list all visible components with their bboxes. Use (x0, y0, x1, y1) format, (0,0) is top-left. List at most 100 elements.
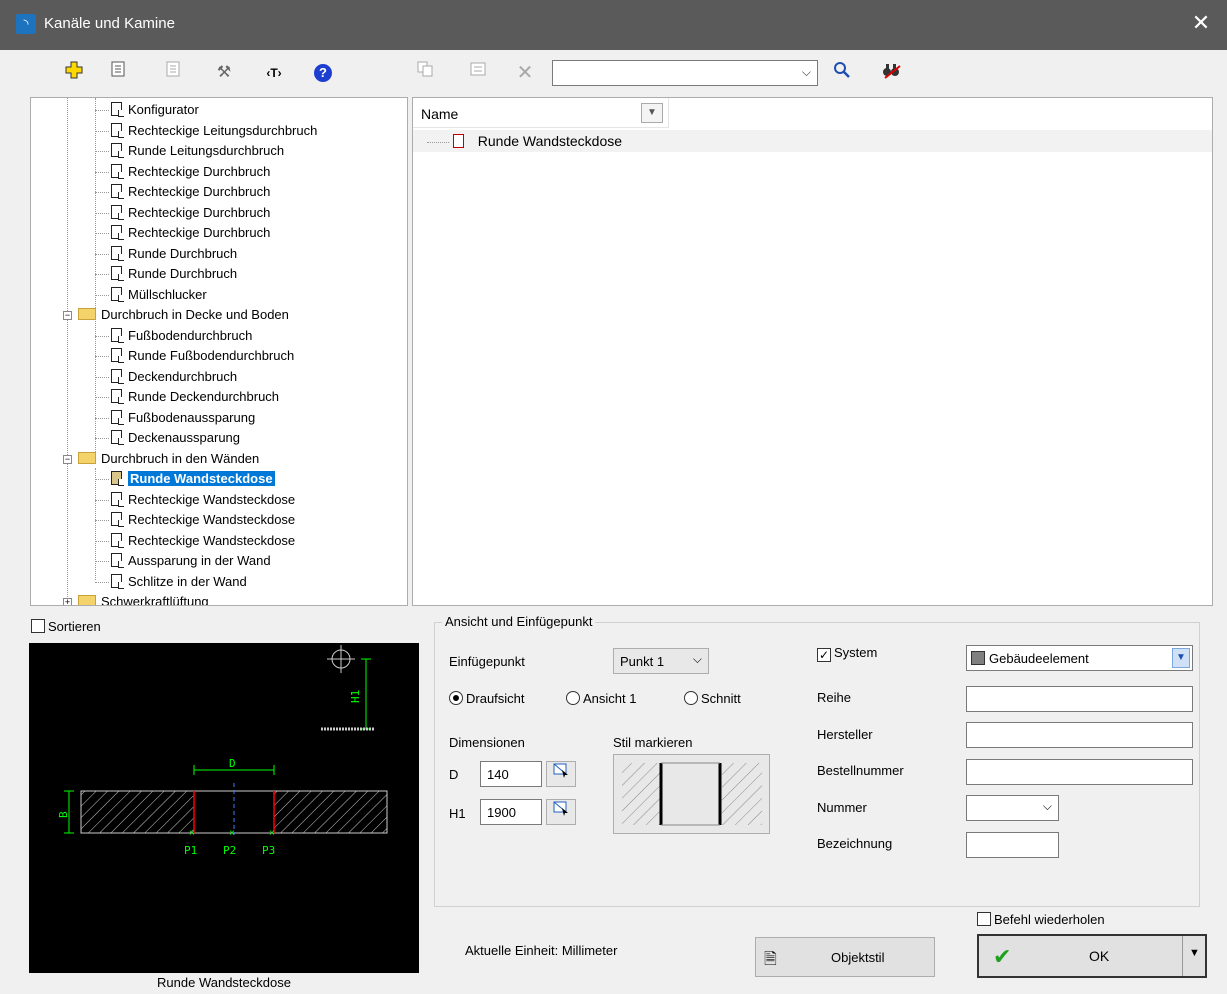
catalog-tree[interactable]: Konfigurator Rechteckige Leitungsdurchbru… (30, 97, 408, 606)
tree-item[interactable]: Konfigurator (95, 100, 199, 120)
properties-icon[interactable] (106, 61, 130, 85)
expand-toggle-icon[interactable]: − (63, 311, 72, 320)
tree-connector (95, 540, 109, 542)
tree-item[interactable]: Rechteckige Durchbruch (95, 182, 270, 202)
title-bar: ◝ Kanäle und Kamine ✕ (0, 0, 1227, 50)
radio-schnitt-dot[interactable] (684, 691, 698, 705)
search-icon[interactable] (830, 61, 854, 85)
current-unit: Aktuelle Einheit: Millimeter (465, 943, 618, 958)
tree-item[interactable]: Deckendurchbruch (95, 367, 237, 387)
repeat-command-checkbox[interactable]: Befehl wiederholen (977, 912, 1105, 927)
system-checkbox-box[interactable]: ✓ (817, 648, 831, 662)
tree-item[interactable]: Aussparung in der Wand (95, 551, 271, 571)
close-button[interactable]: ✕ (1188, 10, 1214, 36)
tree-item[interactable]: Rechteckige Durchbruch (95, 223, 270, 243)
radio-ansicht-dot[interactable] (566, 691, 580, 705)
list-header-name[interactable]: Name ▼ (413, 98, 669, 128)
tree-item[interactable]: Fußbodenaussparung (95, 408, 255, 428)
tree-item-label: Konfigurator (128, 102, 199, 117)
tree-connector (95, 356, 109, 358)
help-icon[interactable]: ? (311, 61, 335, 85)
radio-draufsicht-dot[interactable] (449, 691, 463, 705)
reihe-label: Reihe (817, 690, 851, 705)
tree-item-label: Rechteckige Wandsteckdose (128, 491, 296, 507)
reihe-input[interactable] (966, 686, 1193, 712)
ok-button[interactable]: ✔ OK ▼ (977, 934, 1207, 978)
system-select[interactable]: Gebäudeelement ▼ (966, 645, 1193, 671)
tools-icon[interactable]: ⚒ (212, 61, 236, 85)
tree-folder[interactable]: + Schwerkraftlüftung (63, 592, 209, 605)
system-checkbox[interactable]: ✓ System (817, 645, 877, 662)
tree-item[interactable]: Runde Durchbruch (95, 244, 237, 264)
tree-item-label: Runde Durchbruch (128, 245, 238, 261)
tree-item-label: Runde Deckendurchbruch (128, 389, 280, 404)
radio-ansicht[interactable]: Ansicht 1 (566, 691, 636, 706)
insert-point-select[interactable]: Punkt 1 ⌵ (613, 648, 709, 674)
document-icon (111, 491, 124, 507)
wall-style-preview (622, 762, 762, 826)
header-dropdown-icon[interactable]: ▼ (641, 103, 663, 123)
find-icon[interactable] (880, 61, 904, 85)
add-icon[interactable] (62, 61, 86, 85)
chevron-down-icon: ⌵ (692, 652, 702, 666)
tree-item[interactable]: Runde Wandsteckdose (95, 469, 275, 489)
tree-item[interactable]: Rechteckige Durchbruch (95, 203, 270, 223)
tree-item-label: Rechteckige Durchbruch (128, 163, 271, 179)
radio-schnitt[interactable]: Schnitt (684, 691, 741, 706)
group-title: Ansicht und Einfügepunkt (442, 614, 596, 629)
tree-item[interactable]: Runde Deckendurchbruch (95, 387, 279, 407)
details-icon[interactable] (466, 61, 490, 85)
sort-checkbox-box[interactable] (31, 619, 45, 633)
tree-item[interactable]: Rechteckige Leitungsdurchbruch (95, 121, 317, 141)
list-item[interactable]: Runde Wandsteckdose (413, 130, 1212, 152)
folder-icon (78, 595, 96, 605)
document-icon (111, 512, 124, 527)
tree-item[interactable]: Rechteckige Wandsteckdose (95, 510, 295, 530)
dropdown-arrow-icon[interactable]: ▼ (1189, 947, 1200, 959)
insert-point-label: Einfügepunkt (449, 654, 525, 669)
style-mark-button[interactable] (613, 754, 770, 834)
tree-folder[interactable]: − Durchbruch in Decke und Boden (63, 305, 289, 325)
pick-h1-button[interactable] (546, 799, 576, 825)
repeat-checkbox-box[interactable] (977, 912, 991, 926)
h1-label: H1 (349, 690, 362, 703)
expand-toggle-icon[interactable]: + (63, 598, 72, 605)
copy-icon[interactable] (413, 61, 437, 85)
dim-d-input[interactable]: 140 (480, 761, 542, 787)
tree-item[interactable]: Rechteckige Wandsteckdose (95, 490, 295, 510)
tree-connector (95, 376, 109, 378)
expand-toggle-icon[interactable]: − (63, 454, 72, 464)
tree-item[interactable]: Rechteckige Wandsteckdose (95, 531, 295, 551)
tree-connector (95, 499, 109, 501)
radio-draufsicht[interactable]: Draufsicht (449, 691, 525, 706)
dim-h1-input[interactable]: 1900 (480, 799, 542, 825)
pick-d-button[interactable] (546, 761, 576, 787)
chevron-down-icon[interactable]: ▼ (1172, 648, 1190, 668)
hersteller-input[interactable] (966, 722, 1193, 748)
object-style-button[interactable]: 🗎 Objektstil (755, 937, 935, 977)
tree-item[interactable]: Runde Durchbruch (95, 264, 237, 284)
search-combo[interactable]: ⌵ (552, 60, 818, 86)
sort-checkbox[interactable]: Sortieren (31, 619, 101, 634)
list-icon[interactable] (161, 61, 185, 85)
document-icon (111, 327, 124, 343)
nummer-select[interactable]: ⌵ (966, 795, 1059, 821)
tree-item[interactable]: Runde Leitungsdurchbruch (95, 141, 284, 161)
tree-item[interactable]: Schlitze in der Wand (95, 572, 247, 592)
tree-item[interactable]: Deckenaussparung (95, 428, 240, 448)
element-list[interactable]: Name ▼ Runde Wandsteckdose (412, 97, 1213, 606)
tree-item[interactable]: Müllschlucker (95, 285, 207, 305)
bestellnummer-input[interactable] (966, 759, 1193, 785)
tree-item[interactable]: Fußbodendurchbruch (95, 326, 252, 346)
document-icon (111, 348, 124, 363)
tree-connector (95, 479, 109, 481)
delete-icon[interactable]: ✕ (513, 61, 537, 85)
tree-item-label: Rechteckige Wandsteckdose (128, 512, 296, 527)
tree-folder[interactable]: − Durchbruch in den Wänden (63, 449, 259, 469)
tree-item-label: Runde Leitungsdurchbruch (128, 143, 285, 158)
tree-item[interactable]: Runde Fußbodendurchbruch (95, 346, 294, 366)
tree-item[interactable]: Rechteckige Durchbruch (95, 162, 270, 182)
folder-icon (78, 308, 96, 320)
text-icon[interactable]: ‹T› (262, 61, 286, 85)
bezeichnung-input[interactable] (966, 832, 1059, 858)
